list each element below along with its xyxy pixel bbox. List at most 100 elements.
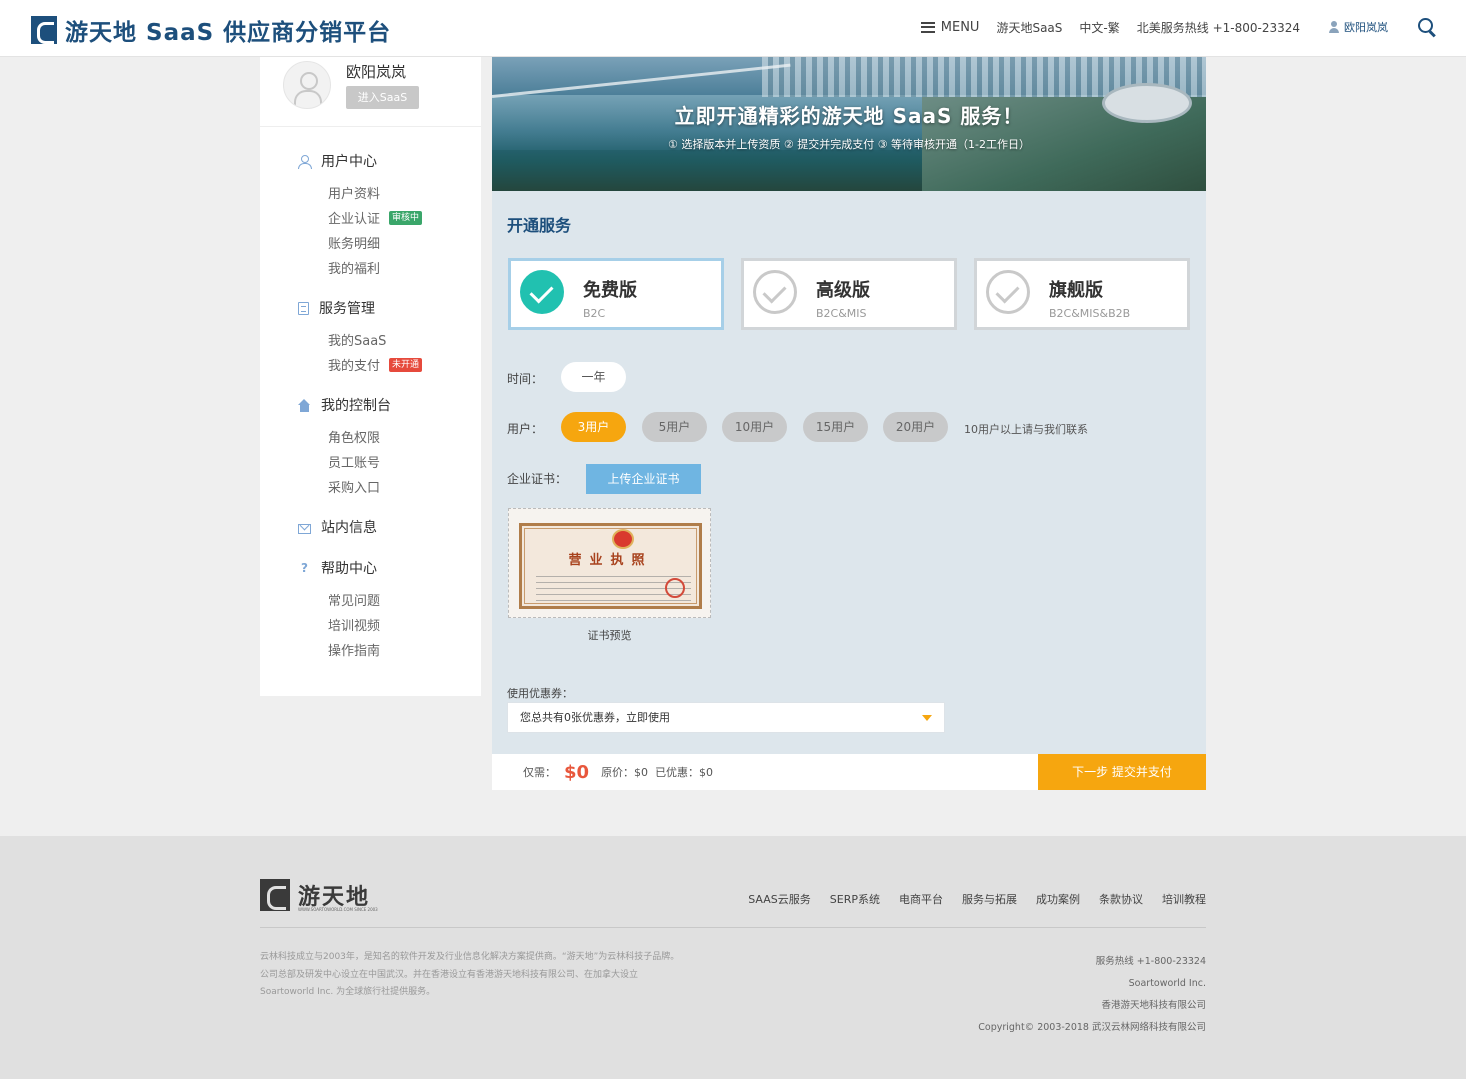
mail-icon [298,524,311,534]
item-label: 我的支付 [328,359,381,374]
sidebar-item-videos[interactable]: 培训视频 [298,612,478,637]
footer-company: 香港游天地科技有限公司 [1101,1000,1206,1011]
site-logo[interactable]: 游天地 SaaS 供应商分销平台 [31,13,391,47]
footer-link-services[interactable]: 服务与拓展 [962,891,1017,907]
users-note: 10用户以上请与我们联系 [964,423,1088,436]
sidebar-item-purchase[interactable]: 采购入口 [298,474,478,499]
item-label: 角色权限 [328,431,381,446]
check-circle-icon [986,270,1030,314]
user-option-15[interactable]: 15用户 [803,412,868,442]
footer-logo-sub: WWW.SOARTOWORLD.COM SINCE 2003 [298,907,378,912]
item-label: 采购入口 [328,481,381,496]
check-circle-icon [753,270,797,314]
sidebar-item-billing[interactable]: 账务明细 [298,230,478,255]
user-option-20[interactable]: 20用户 [883,412,948,442]
sidebar-group-user-center[interactable]: 用户中心 [298,151,478,171]
item-label: 我的福利 [328,262,381,277]
plan-advanced[interactable]: 高级版 B2C&MIS [741,258,957,330]
coupon-select[interactable]: 您总共有0张优惠券，立即使用 [507,702,945,733]
footer-link-cases[interactable]: 成功案例 [1036,891,1080,907]
user-menu[interactable]: 欧阳岚岚 [1328,19,1388,35]
discount-amount: 已优惠：$0 [655,766,714,779]
cert-caption: 证书预览 [587,629,632,642]
sidebar-item-benefits[interactable]: 我的福利 [298,255,478,280]
footer-link-serp[interactable]: SERP系统 [830,891,880,907]
time-option-one-year[interactable]: 一年 [561,362,626,392]
upload-cert-button[interactable]: 上传企业证书 [586,464,701,494]
cert-frame: 营业执照 [519,523,702,609]
plan-free[interactable]: 免费版 B2C [508,258,724,330]
footer-link-training[interactable]: 培训教程 [1162,891,1206,907]
help-icon: ? [301,560,308,575]
group-title: 服务管理 [319,301,375,317]
enter-saas-button[interactable]: 进入SaaS [346,86,419,109]
menu-group-user-center: 用户中心 用户资料 企业认证 审核中 账务明细 我的福利 [298,151,478,280]
home-icon [298,398,311,412]
footer-company: Soartoworld Inc. [1128,978,1206,989]
item-label: 企业认证 [328,212,381,227]
footer-hotline: 服务热线 +1-800-23324 [1095,956,1206,967]
sidebar-item-guide[interactable]: 操作指南 [298,637,478,662]
sidebar-group-messages[interactable]: 站内信息 [298,517,478,537]
sidebar-item-my-payment[interactable]: 我的支付 未开通 [298,352,478,377]
user-option-3[interactable]: 3用户 [561,412,626,442]
user-icon [1328,21,1340,33]
sidebar-item-faq[interactable]: 常见问题 [298,587,478,612]
footer-contact: 服务热线 +1-800-23324 Soartoworld Inc. 香港游天地… [978,951,1206,1039]
item-label: 常见问题 [328,594,381,609]
user-option-5[interactable]: 5用户 [642,412,707,442]
sidebar-item-roles[interactable]: 角色权限 [298,424,478,449]
footer-logo[interactable]: 游天地 WWW.SOARTOWORLD.COM SINCE 2003 [260,879,378,912]
menu-group-console: 我的控制台 角色权限 员工账号 采购入口 [298,395,478,499]
payment-bar: 仅需： $0 原价：$0 已优惠：$0 下一步 提交并支付 [492,754,1206,790]
status-badge: 审核中 [389,210,423,225]
plan-name: 免费版 [583,280,637,301]
plan-flagship[interactable]: 旗舰版 B2C&MIS&B2B [974,258,1190,330]
user-option-10[interactable]: 10用户 [722,412,787,442]
plan-name: 旗舰版 [1049,280,1103,301]
original-price: 原价：$0 [601,766,649,779]
item-label: 账务明细 [328,237,381,252]
plan-name: 高级版 [816,280,870,301]
footer-link-ecommerce[interactable]: 电商平台 [899,891,943,907]
hotline-text: 北美服务热线 +1-800-23324 [1136,20,1300,35]
sidebar-item-verification[interactable]: 企业认证 审核中 [298,205,478,230]
plan-desc: B2C&MIS [816,307,867,320]
footer: 游天地 WWW.SOARTOWORLD.COM SINCE 2003 SAAS云… [0,836,1466,1079]
group-title: 我的控制台 [321,398,391,414]
about-line: 公司总部及研发中心设立在中国武汉。并在香港设立有香港游天地科技有限公司、在加拿大… [260,969,639,980]
hamburger-icon [920,21,935,33]
profile-card: 欧阳岚岚 进入SaaS [260,57,481,127]
coupon-value: 您总共有0张优惠券，立即使用 [520,711,670,724]
user-name: 欧阳岚岚 [1344,21,1388,34]
about-line: Soartoworld Inc. 为全球旅行社提供服务。 [260,987,436,997]
sidebar-group-help[interactable]: ? 帮助中心 [298,558,478,578]
sidebar-item-my-saas[interactable]: 我的SaaS [298,327,478,352]
submit-pay-button[interactable]: 下一步 提交并支付 [1038,754,1206,790]
footer-link-terms[interactable]: 条款协议 [1099,891,1143,907]
promo-banner: 立即开通精彩的游天地 SaaS 服务！ ① 选择版本并上传资质 ② 提交并完成支… [492,57,1206,191]
footer-link-saas[interactable]: SAAS云服务 [748,891,811,907]
banner-bridge [492,63,791,98]
nav-saas-link[interactable]: 游天地SaaS [996,19,1062,36]
sidebar-item-staff[interactable]: 员工账号 [298,449,478,474]
plan-desc: B2C&MIS&B2B [1049,307,1131,320]
sidebar: 欧阳岚岚 进入SaaS 用户中心 用户资料 企业认证 审核中 账务明细 我的福利 … [260,57,481,696]
avatar[interactable] [283,61,331,109]
group-title: 站内信息 [321,520,377,536]
language-switch[interactable]: 中文-繁 [1079,19,1119,36]
search-icon[interactable] [1418,18,1436,36]
sidebar-group-service[interactable]: 服务管理 [298,298,478,318]
menu-label: MENU [940,19,980,35]
footer-divider [260,927,1206,928]
menu-button[interactable]: MENU [920,19,980,35]
item-label: 用户资料 [328,187,381,202]
item-label: 我的SaaS [328,334,387,349]
banner-title: 立即开通精彩的游天地 SaaS 服务！ [674,104,1024,128]
profile-name: 欧阳岚岚 [346,63,407,81]
sidebar-group-console[interactable]: 我的控制台 [298,395,478,415]
cert-preview-image[interactable]: 营业执照 [508,508,711,618]
menu-group-messages: 站内信息 [298,517,478,537]
sidebar-item-profile[interactable]: 用户资料 [298,180,478,205]
menu-group-help: ? 帮助中心 常见问题 培训视频 操作指南 [298,558,478,662]
